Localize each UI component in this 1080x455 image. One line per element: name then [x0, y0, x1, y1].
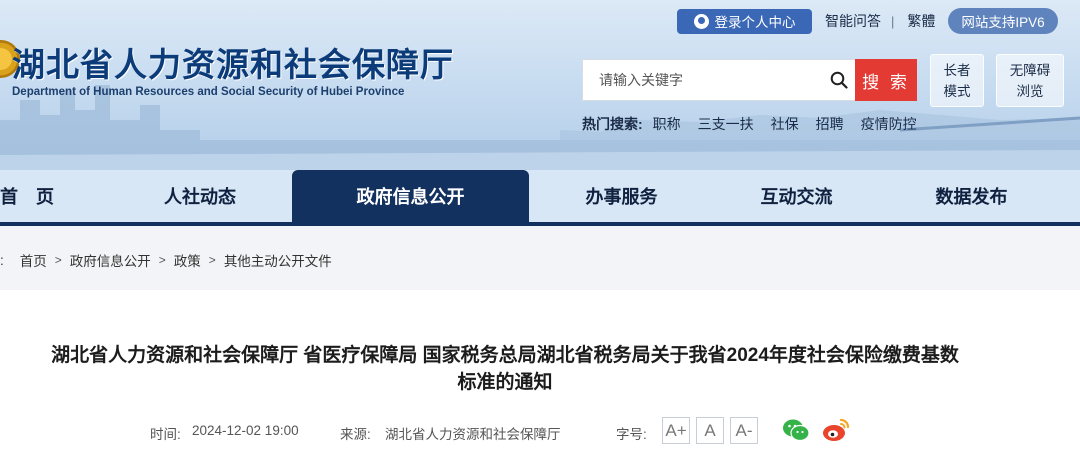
site-subtitle: Department of Human Resources and Social…	[12, 86, 405, 98]
hot-search-label: 热门搜索:	[582, 116, 643, 132]
accessible-mode-line1: 无障碍	[1009, 63, 1051, 78]
font-increase-button[interactable]: A+	[662, 417, 690, 444]
article-title: 湖北省人力资源和社会保障厅 省医疗保障局 国家税务总局湖北省税务局关于我省202…	[0, 342, 1010, 396]
main-nav: 首 页 人社动态 政府信息公开 办事服务 互动交流 数据发布	[0, 170, 1080, 222]
ipv6-badge[interactable]: 网站支持IPV6	[948, 8, 1058, 34]
font-normal-button[interactable]: A	[696, 417, 724, 444]
accessible-mode-line2: 浏览	[1016, 84, 1044, 99]
hot-search-item[interactable]: 招聘	[816, 114, 844, 134]
site-title[interactable]: 湖北省人力资源和社会保障厅	[12, 38, 454, 86]
breadcrumb-separator: >	[208, 253, 216, 267]
source-label: 来源:	[340, 427, 371, 442]
font-size-label: 字号:	[616, 427, 647, 442]
breadcrumb-gov-info[interactable]: 政府信息公开	[70, 250, 151, 270]
link-separator: |	[891, 13, 895, 29]
nav-underline	[0, 222, 1080, 226]
login-button[interactable]: 登录个人中心	[677, 8, 812, 34]
nav-item-home[interactable]: 首 页	[0, 170, 60, 222]
nav-item-gov-info[interactable]: 政府信息公开	[292, 170, 529, 222]
breadcrumb-home[interactable]: 首页	[20, 250, 47, 270]
search-icon[interactable]	[830, 71, 848, 89]
search-box	[582, 59, 856, 101]
source-value: 湖北省人力资源和社会保障厅	[385, 427, 561, 442]
login-label: 登录个人中心	[714, 15, 796, 30]
nav-item-interaction[interactable]: 互动交流	[714, 170, 879, 222]
hot-search-item[interactable]: 职称	[653, 114, 681, 134]
search-input[interactable]	[583, 60, 823, 100]
article-title-line2: 标准的通知	[457, 372, 553, 393]
breadcrumb-separator: >	[54, 253, 62, 267]
breadcrumb-separator: >	[158, 253, 166, 267]
smart-qa-link[interactable]: 智能问答	[825, 11, 881, 31]
breadcrumb-current[interactable]: 其他主动公开文件	[224, 250, 332, 270]
traditional-chinese-link[interactable]: 繁體	[907, 11, 935, 31]
hot-search: 热门搜索: 职称 三支一扶 社保 招聘 疫情防控	[582, 114, 917, 134]
breadcrumb-prefix: :	[0, 252, 4, 268]
nav-item-data[interactable]: 数据发布	[879, 170, 1064, 222]
nav-item-services[interactable]: 办事服务	[529, 170, 714, 222]
article-card: 湖北省人力资源和社会保障厅 省医疗保障局 国家税务总局湖北省税务局关于我省202…	[0, 290, 1080, 455]
article-title-line1: 湖北省人力资源和社会保障厅 省医疗保障局 国家税务总局湖北省税务局关于我省202…	[51, 345, 959, 366]
publish-time: 2024-12-02 19:00	[192, 423, 299, 438]
accessible-mode-button[interactable]: 无障碍 浏览	[996, 54, 1064, 107]
weibo-icon[interactable]	[822, 417, 850, 443]
user-icon	[693, 13, 709, 29]
hot-search-item[interactable]: 三支一扶	[698, 114, 754, 134]
breadcrumb-policy[interactable]: 政策	[174, 250, 201, 270]
search-button[interactable]: 搜 索	[855, 59, 917, 101]
publish-time-label: 时间:	[150, 427, 181, 442]
breadcrumb: : 首页 > 政府信息公开 > 政策 > 其他主动公开文件	[0, 250, 332, 270]
font-decrease-button[interactable]: A-	[730, 417, 758, 444]
elder-mode-button[interactable]: 长者 模式	[930, 54, 984, 107]
top-links: 登录个人中心 智能问答 | 繁體	[677, 8, 935, 34]
wechat-icon[interactable]	[782, 417, 810, 443]
site-header: 湖北省人力资源和社会保障厅 Department of Human Resour…	[0, 0, 1080, 170]
hot-search-item[interactable]: 疫情防控	[861, 114, 917, 134]
elder-mode-line1: 长者	[943, 63, 971, 78]
hot-search-item[interactable]: 社保	[771, 114, 799, 134]
elder-mode-line2: 模式	[943, 84, 971, 99]
